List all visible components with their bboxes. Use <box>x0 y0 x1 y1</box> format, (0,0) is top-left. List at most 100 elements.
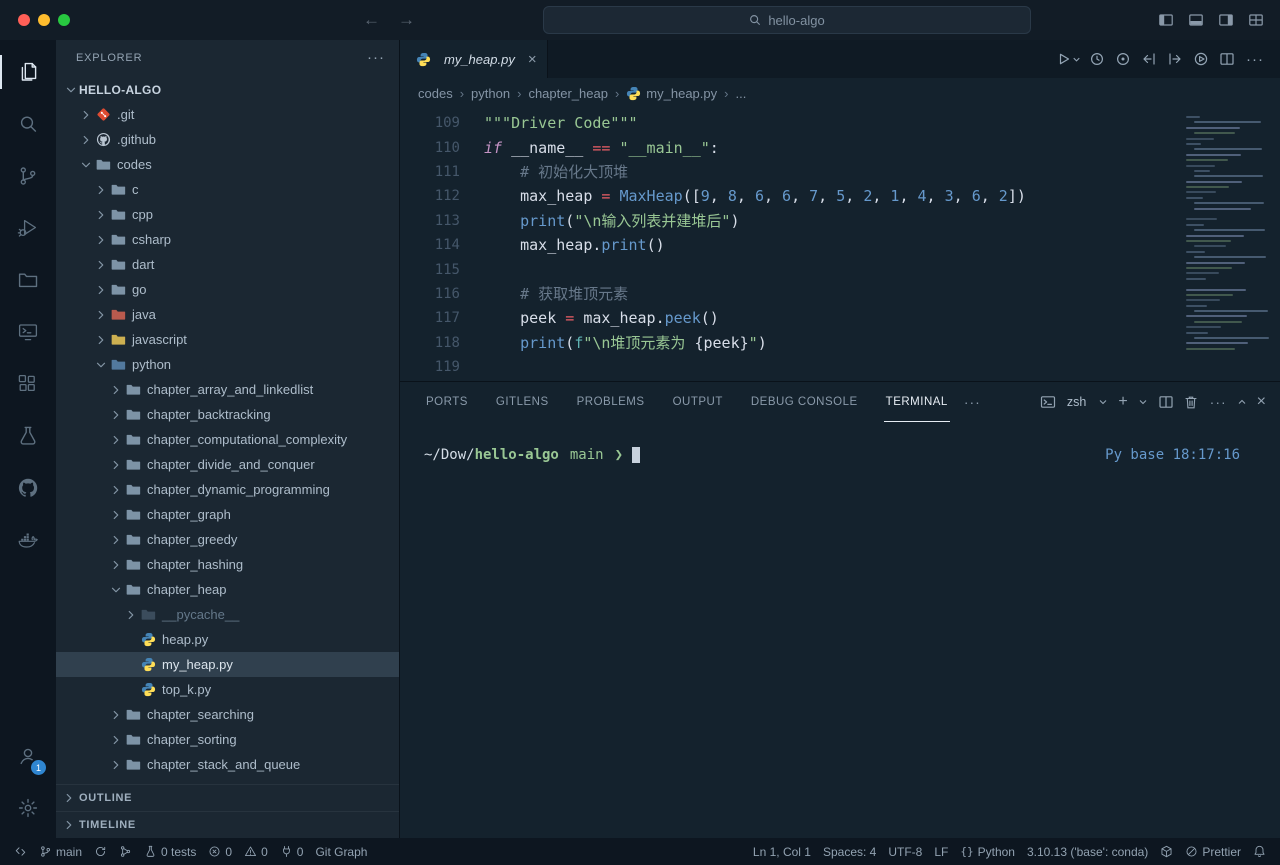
tree-item-my-heap-py[interactable]: my_heap.py <box>56 652 399 677</box>
activity-source-control[interactable] <box>0 150 56 202</box>
breadcrumb-item[interactable]: chapter_heap <box>528 86 608 101</box>
code-line[interactable]: 116 # 获取堆顶元素 <box>400 282 1280 306</box>
status-tests[interactable]: 0 tests <box>138 838 202 865</box>
toggle-secondary-sidebar-icon[interactable] <box>1218 12 1234 28</box>
activity-docker[interactable] <box>0 514 56 566</box>
tree-item-chapter-divide-and-conquer[interactable]: chapter_divide_and_conquer <box>56 452 399 477</box>
tree-item-chapter-graph[interactable]: chapter_graph <box>56 502 399 527</box>
editor[interactable]: 109"""Driver Code"""110if __name__ == "_… <box>400 108 1280 381</box>
code-line[interactable]: 110if __name__ == "__main__": <box>400 135 1280 159</box>
tree-item-chapter-greedy[interactable]: chapter_greedy <box>56 527 399 552</box>
customize-layout-icon[interactable] <box>1248 12 1264 28</box>
activity-github[interactable] <box>0 462 56 514</box>
maximize-panel-icon[interactable] <box>1236 396 1248 408</box>
status-git-graph[interactable]: Git Graph <box>309 838 373 865</box>
code-line[interactable]: 111 # 初始化大顶堆 <box>400 160 1280 184</box>
status-python-interpreter[interactable]: 3.10.13 ('base': conda) <box>1021 838 1154 865</box>
code-line[interactable]: 117 peek = max_heap.peek() <box>400 306 1280 330</box>
code-line[interactable]: 109"""Driver Code""" <box>400 111 1280 135</box>
tree-item-dart[interactable]: dart <box>56 252 399 277</box>
tab-my-heap-py[interactable]: my_heap.py × <box>400 40 548 78</box>
kill-terminal-icon[interactable] <box>1183 394 1199 410</box>
zoom-window-button[interactable] <box>58 14 70 26</box>
status-cursor-position[interactable]: Ln 1, Col 1 <box>747 838 817 865</box>
close-panel-icon[interactable]: × <box>1257 394 1266 410</box>
chevron-down-icon[interactable] <box>1097 396 1109 408</box>
previous-change-icon[interactable] <box>1136 46 1161 72</box>
panel-more-actions-icon[interactable]: ··· <box>1210 394 1227 410</box>
panel-more-tabs-icon[interactable]: ··· <box>964 394 981 410</box>
activity-testing[interactable] <box>0 410 56 462</box>
status-warnings[interactable]: 0 <box>238 838 274 865</box>
launch-profile-chevron-icon[interactable] <box>1137 396 1149 408</box>
status-notifications[interactable] <box>1247 838 1272 865</box>
tree-item-c[interactable]: c <box>56 177 399 202</box>
split-terminal-icon[interactable] <box>1158 394 1174 410</box>
outline-section[interactable]: OUTLINE <box>56 784 399 811</box>
tree-item-python[interactable]: python <box>56 352 399 377</box>
tree-item-chapter-sorting[interactable]: chapter_sorting <box>56 727 399 752</box>
minimize-window-button[interactable] <box>38 14 50 26</box>
panel-tab-problems[interactable]: PROBLEMS <box>575 382 647 422</box>
panel-tab-ports[interactable]: PORTS <box>424 382 470 422</box>
tree-item-cpp[interactable]: cpp <box>56 202 399 227</box>
activity-settings[interactable] <box>0 782 56 834</box>
timeline-icon[interactable] <box>1084 46 1109 72</box>
status-errors[interactable]: 0 <box>202 838 238 865</box>
tree-item-go[interactable]: go <box>56 277 399 302</box>
next-change-icon[interactable] <box>1162 46 1187 72</box>
activity-extensions[interactable] <box>0 358 56 410</box>
breadcrumb-item[interactable]: codes <box>418 86 453 101</box>
status-prettier[interactable]: Prettier <box>1179 838 1247 865</box>
tree-item-chapter-searching[interactable]: chapter_searching <box>56 702 399 727</box>
close-tab-icon[interactable]: × <box>528 51 537 68</box>
activity-accounts[interactable]: 1 <box>0 730 56 782</box>
tree-item-javascript[interactable]: javascript <box>56 327 399 352</box>
more-actions-icon[interactable]: ··· <box>1240 51 1270 68</box>
code-line[interactable]: 112 max_heap = MaxHeap([9, 8, 6, 6, 7, 5… <box>400 184 1280 208</box>
code-line[interactable]: 114 max_heap.print() <box>400 233 1280 257</box>
code-line[interactable]: 113 print("\n输入列表并建堆后") <box>400 209 1280 233</box>
tree-item-java[interactable]: java <box>56 302 399 327</box>
toggle-sidebar-icon[interactable] <box>1158 12 1174 28</box>
tree-item-chapter-backtracking[interactable]: chapter_backtracking <box>56 402 399 427</box>
status-extension-status[interactable] <box>1154 838 1179 865</box>
back-button[interactable]: ← <box>363 10 380 30</box>
status-git-graph-branch[interactable] <box>113 838 138 865</box>
tree-item-top-k-py[interactable]: top_k.py <box>56 677 399 702</box>
tree-item-chapter-hashing[interactable]: chapter_hashing <box>56 552 399 577</box>
tree-item-csharp[interactable]: csharp <box>56 227 399 252</box>
activity-remote-explorer[interactable] <box>0 306 56 358</box>
tree-item-chapter-dynamic-programming[interactable]: chapter_dynamic_programming <box>56 477 399 502</box>
tree-item-hello-algo[interactable]: HELLO-ALGO <box>56 77 399 102</box>
forward-button[interactable]: → <box>398 10 415 30</box>
tree-item-codes[interactable]: codes <box>56 152 399 177</box>
tree-item-pycache[interactable]: __pycache__ <box>56 602 399 627</box>
shell-label[interactable]: zsh <box>1067 395 1086 409</box>
panel-tab-output[interactable]: OUTPUT <box>671 382 725 422</box>
breadcrumb-item[interactable]: my_heap.py <box>626 86 717 101</box>
status-ports[interactable]: 0 <box>274 838 310 865</box>
new-terminal-button[interactable]: + <box>1118 394 1127 410</box>
command-center-search[interactable]: hello-algo <box>543 6 1031 34</box>
code-line[interactable]: 115 <box>400 257 1280 281</box>
split-editor-icon[interactable] <box>1214 46 1239 72</box>
status-eol[interactable]: LF <box>928 838 954 865</box>
status-language[interactable]: {}Python <box>954 838 1021 865</box>
terminal[interactable]: ~/Dow/hello-algo main ❯ Py base 18:17:16 <box>400 422 1280 838</box>
run-dropdown-icon[interactable] <box>1070 46 1083 72</box>
close-window-button[interactable] <box>18 14 30 26</box>
panel-tab-debug-console[interactable]: DEBUG CONSOLE <box>749 382 860 422</box>
activity-explorer[interactable] <box>0 46 56 98</box>
code-line[interactable]: 119 <box>400 355 1280 379</box>
tree-item-heap-py[interactable]: heap.py <box>56 627 399 652</box>
panel-tab-gitlens[interactable]: GITLENS <box>494 382 551 422</box>
status-branch[interactable]: main <box>33 838 88 865</box>
tree-item-github[interactable]: .github <box>56 127 399 152</box>
status-sync[interactable] <box>88 838 113 865</box>
activity-folder[interactable] <box>0 254 56 306</box>
status-indentation[interactable]: Spaces: 4 <box>817 838 882 865</box>
toggle-panel-icon[interactable] <box>1188 12 1204 28</box>
tree-item-chapter-stack-and-queue[interactable]: chapter_stack_and_queue <box>56 752 399 777</box>
status-encoding[interactable]: UTF-8 <box>882 838 928 865</box>
